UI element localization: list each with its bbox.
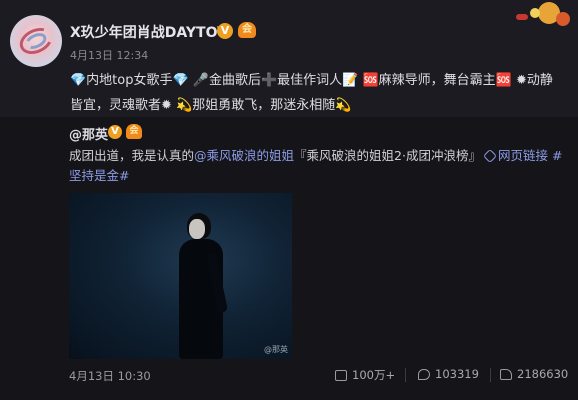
divider (405, 368, 406, 382)
image-figure-face (189, 219, 205, 239)
web-link-label: 网页链接 (497, 148, 548, 163)
repost-count: 100万+ (352, 368, 396, 382)
repost-timestamp[interactable]: 4月13日 10:30 (69, 368, 151, 384)
member-icon: 会 (126, 124, 142, 139)
decor-shape (516, 14, 528, 20)
comment-button[interactable]: 103319 (418, 367, 479, 381)
decor-shape (556, 12, 570, 26)
comment-count: 103319 (435, 367, 479, 381)
verified-icon: V (217, 23, 233, 39)
member-icon: 会 (238, 22, 256, 38)
post-image[interactable]: @那英 (69, 193, 292, 359)
repost-text-mid: 『乘风破浪的姐姐2·成团冲浪榜』 (294, 148, 481, 163)
repost-icon (335, 370, 347, 381)
divider (490, 368, 491, 382)
repost-text-prefix: 成团出道，我是认真的 (69, 148, 195, 163)
repost-button[interactable]: 100万+ (335, 367, 395, 383)
repost-block: @那英 V 会 成团出道，我是认真的@乘风破浪的姐姐『乘风破浪的姐姐2·成团冲浪… (0, 117, 578, 400)
mention-link[interactable]: @乘风破浪的姐姐 (194, 148, 294, 163)
decoration-icon (508, 0, 570, 34)
comment-icon (418, 369, 430, 380)
like-count: 2186630 (517, 367, 569, 381)
link-icon (482, 148, 498, 164)
post-timestamp[interactable]: 4月13日 12:34 (70, 47, 148, 63)
like-button[interactable]: 2186630 (500, 367, 568, 381)
verified-icon: V (108, 125, 122, 139)
web-link[interactable]: 网页链接 (482, 148, 548, 164)
post-text: 💎内地top女歌手💎 🎤金曲歌后➕最佳作词人📝 🆘麻辣导师，舞台霸主🆘 ✹动静皆… (70, 73, 553, 113)
repost-author-name[interactable]: @那英 (69, 124, 108, 143)
repost-text: 成团出道，我是认真的@乘风破浪的姐姐『乘风破浪的姐姐2·成团冲浪榜』 网页链接 … (69, 146, 564, 186)
image-watermark: @那英 (264, 345, 288, 354)
avatar[interactable] (10, 15, 62, 67)
weibo-card: X玖少年团肖战DAYTOY V 会 4月13日 12:34 💎内地top女歌手💎… (0, 0, 578, 400)
like-icon (500, 369, 512, 380)
decor-shape (530, 8, 540, 18)
author-name[interactable]: X玖少年团肖战DAYTOY (70, 22, 227, 42)
